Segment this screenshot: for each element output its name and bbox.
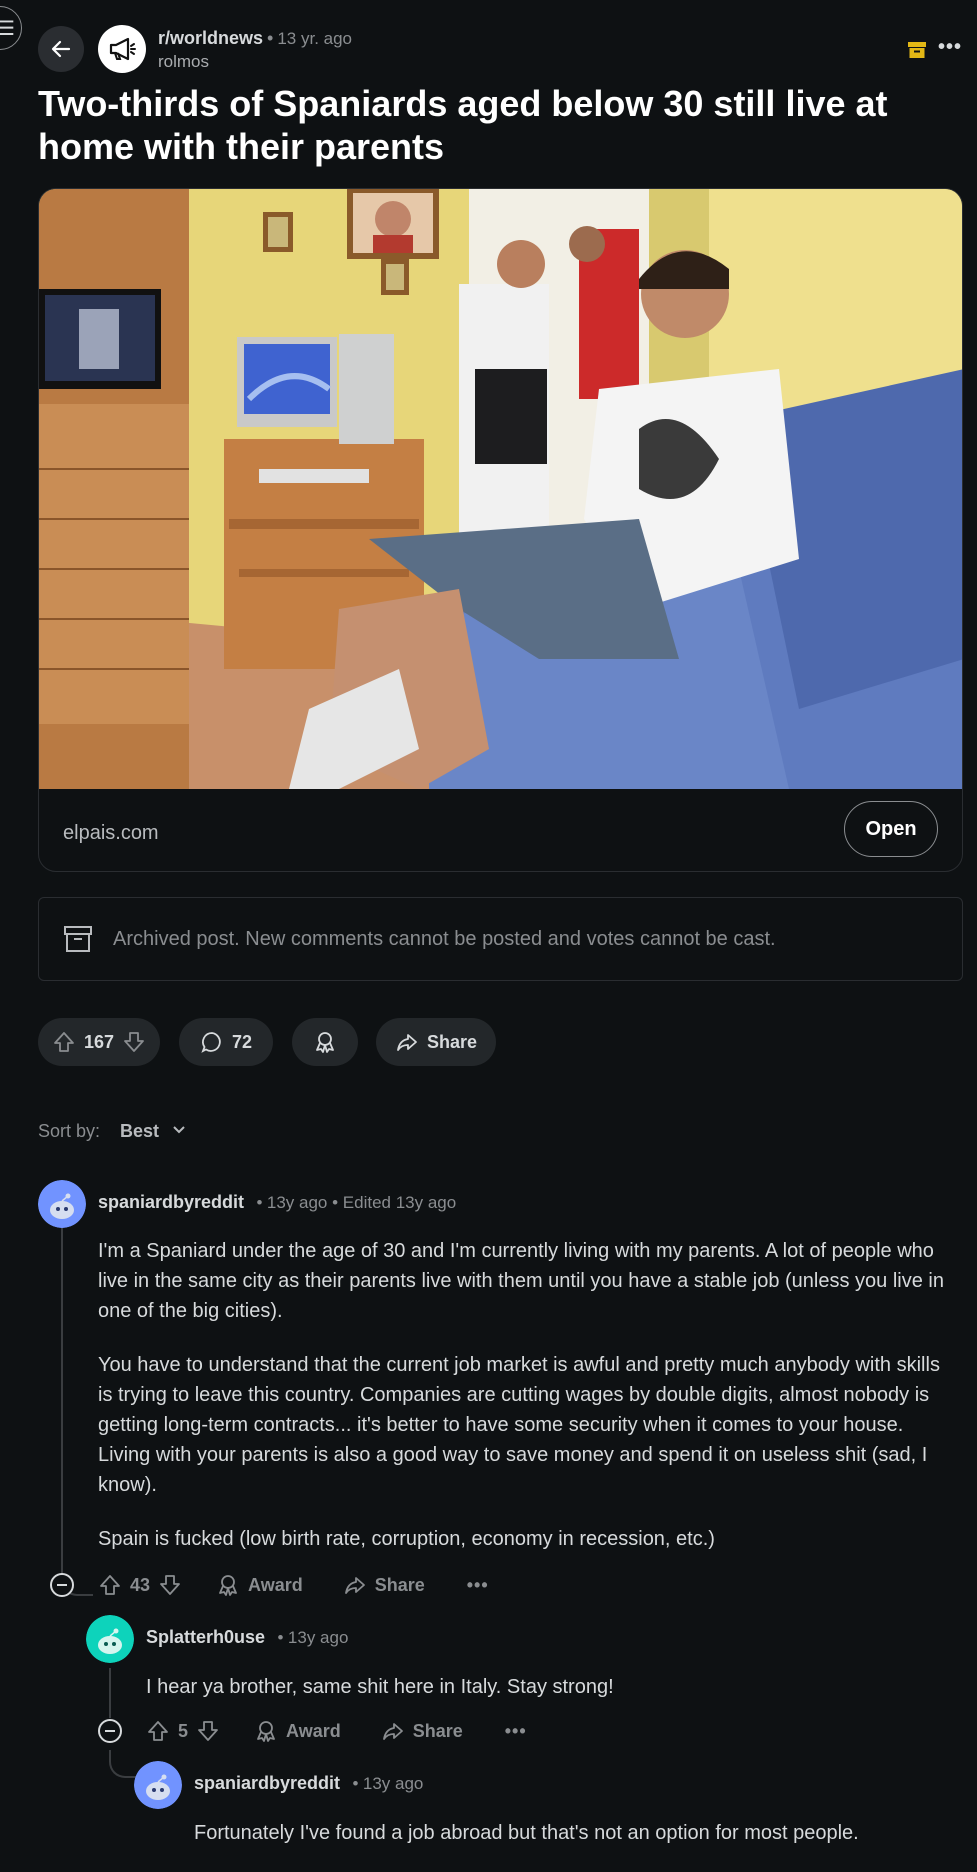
- comment-avatar[interactable]: [38, 1180, 86, 1228]
- sort-value: Best: [120, 1121, 160, 1141]
- comment-avatar[interactable]: [86, 1615, 134, 1663]
- post-time: 13 yr. ago: [277, 29, 353, 48]
- comment-count: 72: [231, 1031, 253, 1052]
- award-icon: [219, 1575, 237, 1596]
- award-icon: [257, 1721, 275, 1742]
- comment-paragraph: I hear ya brother, same shit here in Ita…: [146, 1676, 614, 1698]
- share-button[interactable]: Share: [343, 1573, 425, 1597]
- comment-header: spaniardbyreddit • 13y ago: [194, 1773, 423, 1794]
- archive-icon: [908, 42, 926, 58]
- thread-line[interactable]: [61, 1228, 63, 1568]
- sort-label: Sort by:: [38, 1121, 101, 1141]
- award-button[interactable]: [292, 1018, 358, 1066]
- more-options-icon[interactable]: •••: [938, 36, 962, 59]
- share-label: Share: [426, 1031, 478, 1052]
- link-domain[interactable]: elpais.com: [63, 822, 159, 845]
- link-preview-card[interactable]: elpais.com Open: [38, 188, 963, 872]
- upvote-icon[interactable]: [52, 1030, 76, 1054]
- collapse-thread-button[interactable]: [50, 1573, 74, 1597]
- comment-body: I'm a Spaniard under the age of 30 and I…: [98, 1236, 948, 1578]
- award-icon: [316, 1032, 334, 1053]
- comment-vote-count: 43: [130, 1574, 151, 1595]
- separator-dot: •: [267, 28, 274, 48]
- comment-paragraph: Fortunately I've found a job abroad but …: [194, 1822, 859, 1844]
- share-icon: [344, 1577, 365, 1594]
- comment-username[interactable]: spaniardbyreddit: [194, 1773, 340, 1793]
- archive-box-icon: [64, 926, 92, 952]
- comment-meta: 13y ago • Edited 13y ago: [266, 1193, 457, 1212]
- comment-meta: 13y ago: [287, 1628, 349, 1647]
- archived-notice: Archived post. New comments cannot be po…: [38, 897, 963, 981]
- chevron-down-icon: [173, 1126, 185, 1134]
- comment-avatar[interactable]: [134, 1761, 182, 1809]
- vote-count: 167: [83, 1031, 115, 1052]
- share-icon: [397, 1034, 417, 1051]
- more-options-icon[interactable]: •••: [505, 1721, 527, 1742]
- minus-icon: [57, 1584, 67, 1586]
- award-label: Award: [248, 1574, 303, 1595]
- separator-dot: •: [256, 1193, 263, 1212]
- open-link-button[interactable]: Open: [844, 801, 938, 857]
- comment-username[interactable]: spaniardbyreddit: [98, 1192, 244, 1212]
- post-title[interactable]: Two-thirds of Spaniards aged below 30 st…: [38, 82, 958, 168]
- archived-notice-text: Archived post. New comments cannot be po…: [113, 927, 776, 950]
- share-button[interactable]: Share: [376, 1018, 496, 1066]
- upvote-icon[interactable]: [146, 1719, 170, 1743]
- separator-dot: •: [352, 1774, 359, 1793]
- comment-actions: 5 Award Share •••: [146, 1719, 527, 1743]
- downvote-icon[interactable]: [196, 1719, 220, 1743]
- vote-bar: 167: [38, 1018, 160, 1066]
- downvote-icon[interactable]: [158, 1573, 182, 1597]
- award-label: Award: [286, 1720, 341, 1741]
- megaphone-icon: [109, 37, 136, 61]
- thread-line[interactable]: [109, 1668, 111, 1718]
- collapse-thread-button[interactable]: [98, 1719, 122, 1743]
- upvote-icon[interactable]: [98, 1573, 122, 1597]
- post-author[interactable]: rolmos: [158, 52, 209, 72]
- share-button[interactable]: Share: [381, 1719, 463, 1743]
- sort-dropdown[interactable]: Best: [120, 1121, 186, 1142]
- comment-paragraph: I'm a Spaniard under the age of 30 and I…: [98, 1240, 944, 1322]
- downvote-icon[interactable]: [122, 1030, 146, 1054]
- comment-icon: [201, 1032, 221, 1053]
- subreddit-name[interactable]: r/worldnews: [158, 28, 263, 48]
- share-label: Share: [412, 1720, 463, 1741]
- hamburger-icon: ☰: [0, 17, 15, 40]
- comments-button[interactable]: 72: [179, 1018, 273, 1066]
- share-label: Share: [374, 1574, 425, 1595]
- share-icon: [382, 1723, 403, 1740]
- comment-body: Fortunately I've found a job abroad but …: [194, 1818, 964, 1872]
- comment-username[interactable]: Splatterh0use: [146, 1627, 265, 1647]
- minus-icon: [105, 1730, 115, 1732]
- award-button[interactable]: Award: [254, 1719, 341, 1743]
- menu-button[interactable]: ☰: [0, 6, 22, 50]
- comment-actions: 43 Award Share •••: [98, 1573, 489, 1597]
- more-options-icon[interactable]: •••: [467, 1575, 489, 1596]
- comment-body: I hear ya brother, same shit here in Ita…: [146, 1672, 946, 1726]
- comment-meta: 13y ago: [362, 1774, 424, 1793]
- comment-header: Splatterh0use • 13y ago: [146, 1627, 348, 1648]
- post-thumbnail-image[interactable]: [39, 189, 963, 789]
- comment-paragraph: Spain is fucked (low birth rate, corrupt…: [98, 1528, 715, 1550]
- subreddit-avatar[interactable]: [98, 25, 146, 73]
- post-header: r/worldnews • 13 yr. ago: [158, 28, 352, 49]
- comment-paragraph: You have to understand that the current …: [98, 1354, 940, 1496]
- comment-vote-count: 5: [178, 1720, 189, 1741]
- arrow-left-icon: [51, 40, 71, 58]
- separator-dot: •: [277, 1628, 284, 1647]
- comment-header: spaniardbyreddit • 13y ago • Edited 13y …: [98, 1192, 456, 1213]
- award-button[interactable]: Award: [216, 1573, 303, 1597]
- back-button[interactable]: [38, 26, 84, 72]
